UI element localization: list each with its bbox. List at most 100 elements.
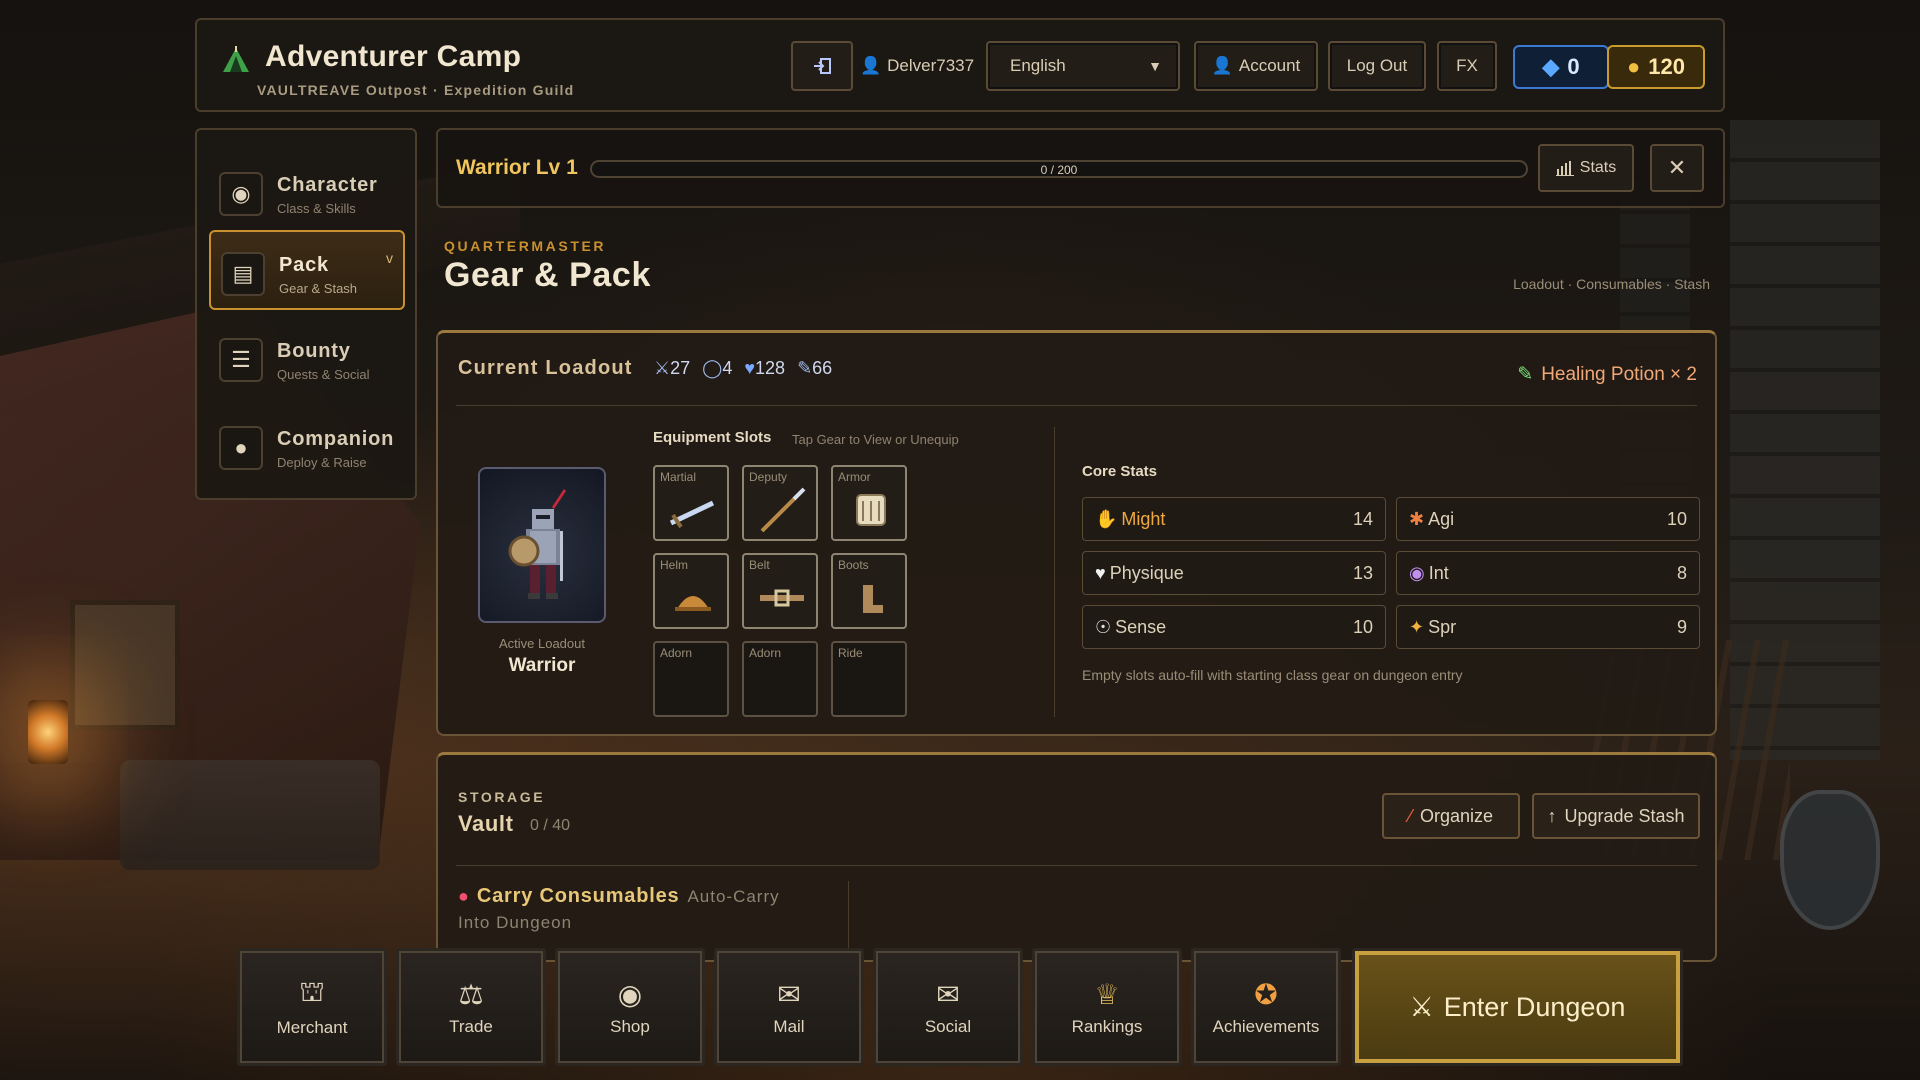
- stat-name: Agi: [1428, 508, 1455, 529]
- heart-icon: ♥: [744, 358, 756, 378]
- belt-icon: [760, 589, 804, 607]
- sidebar-nav: ◉ Character Class & Skills ▤ Pack Gear &…: [195, 128, 417, 500]
- logout-button[interactable]: Log Out: [1328, 41, 1426, 91]
- organize-label: Organize: [1419, 805, 1494, 826]
- stat-value: 10: [1666, 508, 1687, 529]
- sidebar-item-pack[interactable]: ▤ Pack Gear & Stash v: [209, 230, 405, 310]
- core-stats-note: Empty slots auto-fill with starting clas…: [1082, 667, 1463, 683]
- nav-rankings[interactable]: ♕ Rankings: [1032, 948, 1182, 1066]
- backpack-icon: ▤: [221, 252, 265, 296]
- close-button[interactable]: ✕: [1650, 144, 1704, 192]
- chevron-down-icon: ▼: [1148, 58, 1162, 74]
- stat-spr: ✦ Spr 9: [1396, 605, 1700, 649]
- lantern: [28, 700, 68, 764]
- slot-deputy[interactable]: Deputy: [742, 465, 818, 541]
- nav-achievements[interactable]: ✪ Achievements: [1191, 948, 1341, 1066]
- app-title: Adventurer Camp: [265, 40, 522, 73]
- potion-indicator[interactable]: ✎ Healing Potion × 2: [1517, 363, 1697, 386]
- trophy-icon: ♕: [1094, 978, 1120, 1010]
- coin-icon: ●: [1626, 54, 1641, 79]
- equipment-title: Equipment Slots: [653, 429, 772, 446]
- envelope-icon: ✉: [777, 978, 801, 1010]
- slot-label: Helm: [660, 558, 689, 572]
- stat-agi: ✱ Agi 10: [1396, 497, 1700, 541]
- account-icon: 👤: [1211, 56, 1233, 75]
- boots-icon: [863, 585, 883, 613]
- sparkle-icon: ✦: [1409, 616, 1425, 637]
- user-profile[interactable]: 👤 Delver7337: [859, 41, 974, 91]
- active-loadout-name: Warrior: [508, 655, 576, 676]
- attack-value: 27: [670, 358, 691, 378]
- active-loadout-label: Active Loadout: [498, 636, 585, 651]
- carry-subtitle-2: Into Dungeon: [458, 913, 573, 932]
- logout-label: Log Out: [1346, 56, 1408, 75]
- potion-icon: ✎: [1517, 364, 1534, 385]
- fist-icon: ✋: [1095, 508, 1118, 529]
- slot-adorn-2[interactable]: Adorn: [742, 641, 818, 717]
- language-select[interactable]: English ▼: [986, 41, 1180, 91]
- sidebar-item-character[interactable]: ◉ Character Class & Skills: [209, 152, 405, 232]
- sidebar-item-label: Character: [277, 174, 378, 196]
- medal-icon: ✪: [1254, 978, 1278, 1010]
- gem-balance[interactable]: ◆ 0: [1513, 45, 1609, 89]
- helm-icon: [675, 596, 711, 611]
- nav-trade[interactable]: ⚖ Trade: [396, 948, 546, 1066]
- stat-value: 9: [1676, 616, 1687, 637]
- nav-label: Social: [924, 1016, 972, 1036]
- slot-boots[interactable]: Boots: [831, 553, 907, 629]
- fx-toggle-button[interactable]: FX: [1437, 41, 1497, 91]
- slot-label: Ride: [838, 646, 863, 660]
- chat-icon: ✉: [936, 978, 960, 1010]
- slot-label: Boots: [838, 558, 869, 572]
- scroll-icon: ☰: [219, 338, 263, 382]
- slot-label: Belt: [749, 558, 770, 572]
- helmet-icon: ◉: [219, 172, 263, 216]
- fx-label: FX: [1456, 56, 1478, 75]
- slot-armor[interactable]: Armor: [831, 465, 907, 541]
- slot-belt[interactable]: Belt: [742, 553, 818, 629]
- stat-might: ✋ Might 14: [1082, 497, 1386, 541]
- enter-dungeon-button[interactable]: ⚔ Enter Dungeon: [1352, 948, 1683, 1066]
- core-stats-title: Core Stats: [1082, 463, 1158, 480]
- stat-name: Physique: [1109, 562, 1184, 583]
- potion-label: Healing Potion × 2: [1541, 363, 1697, 385]
- divider: [456, 865, 1697, 866]
- nav-mail[interactable]: ✉ Mail: [714, 948, 864, 1066]
- mage-icon: ◉: [1409, 562, 1425, 583]
- sidebar-item-label: Companion: [277, 428, 395, 450]
- app-subtitle: VAULTREAVE Outpost · Expedition Guild: [257, 82, 575, 98]
- coin-bag-icon: ◉: [617, 978, 643, 1010]
- slot-martial[interactable]: Martial: [653, 465, 729, 541]
- nav-merchant[interactable]: ⛫ Merchant: [237, 948, 387, 1066]
- slot-ride[interactable]: Ride: [831, 641, 907, 717]
- upgrade-label: Upgrade Stash: [1564, 805, 1685, 826]
- stat-name: Spr: [1428, 616, 1457, 637]
- organize-button[interactable]: ⁄ Organize: [1382, 793, 1520, 839]
- sidebar-item-sublabel: Gear & Stash: [279, 281, 358, 296]
- page-title: Gear & Pack: [444, 256, 651, 294]
- dagger-icon: [760, 487, 806, 533]
- stats-button[interactable]: Stats: [1538, 144, 1634, 192]
- account-button[interactable]: 👤 Account: [1194, 41, 1318, 91]
- user-icon: 👤: [859, 56, 882, 75]
- nav-shop[interactable]: ◉ Shop: [555, 948, 705, 1066]
- sidebar-item-bounty[interactable]: ☰ Bounty Quests & Social: [209, 318, 405, 398]
- slot-adorn-1[interactable]: Adorn: [653, 641, 729, 717]
- gold-balance[interactable]: ● 120: [1607, 45, 1705, 89]
- stat-sense: ☉ Sense 10: [1082, 605, 1386, 649]
- merchant-icon: ⛫: [299, 976, 325, 1007]
- upgrade-stash-button[interactable]: ↑ Upgrade Stash: [1532, 793, 1700, 839]
- nav-social[interactable]: ✉ Social: [873, 948, 1023, 1066]
- paw-icon: ●: [219, 426, 263, 470]
- broom-icon: ⁄: [1408, 805, 1412, 826]
- running-icon: ✱: [1409, 508, 1425, 529]
- sidebar-item-companion[interactable]: ● Companion Deploy & Raise: [209, 406, 405, 486]
- slot-helm[interactable]: Helm: [653, 553, 729, 629]
- account-label: Account: [1238, 56, 1301, 75]
- scales-icon: ⚖: [458, 978, 484, 1010]
- exit-button[interactable]: [791, 41, 853, 91]
- divider: [456, 405, 1697, 406]
- character-portrait[interactable]: [478, 467, 606, 623]
- eye-icon: ☉: [1095, 616, 1112, 637]
- bottom-nav: ⛫ Merchant ⚖ Trade ◉ Shop ✉ Mail ✉ Socia…: [237, 948, 1683, 1068]
